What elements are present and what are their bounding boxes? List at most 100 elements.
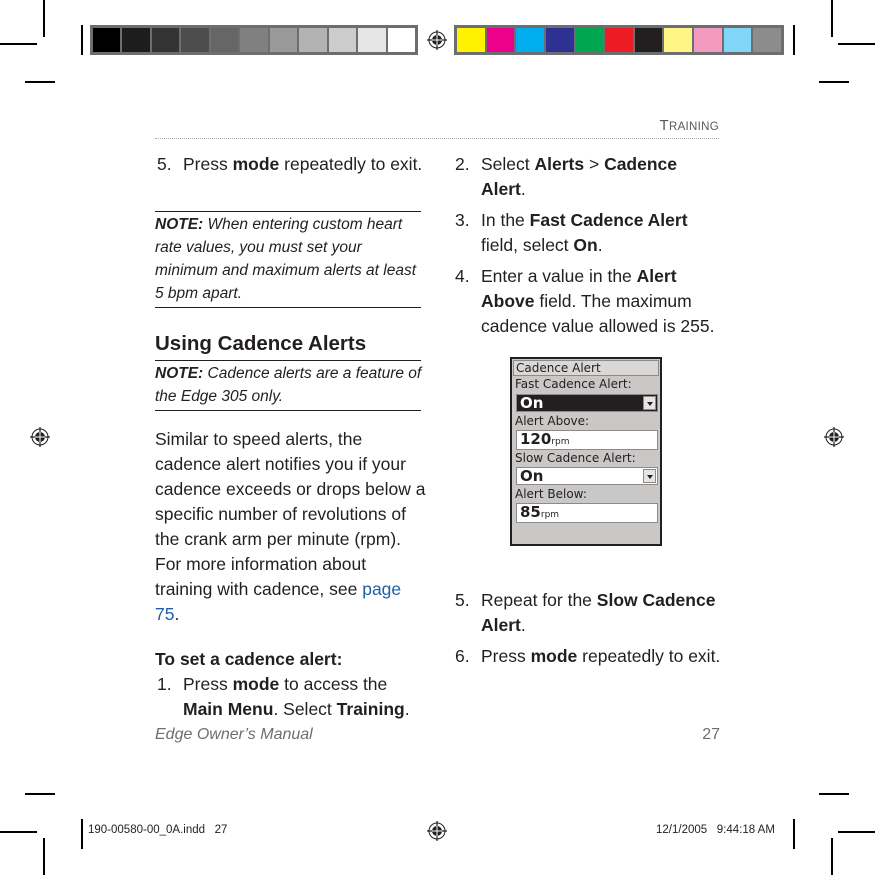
step-text: Press — [183, 154, 233, 174]
alert-above-value: 120rpm — [520, 431, 570, 451]
alert-above-field[interactable]: 120rpm — [516, 430, 658, 450]
step-text: . — [597, 235, 603, 255]
color-swatch-6 — [634, 28, 663, 52]
gray-swatch-3 — [181, 28, 209, 52]
header-rule — [155, 138, 719, 139]
slug-filename: 190-00580-00_0A.indd 27 — [88, 824, 228, 836]
unit-rpm: rpm — [551, 437, 570, 447]
step-number: 5. — [157, 154, 172, 174]
right-column-steps-top: 2. Select Alerts > Cadence Alert. 3. In th… — [453, 152, 723, 339]
crop-mark — [819, 793, 849, 795]
crop-mark — [831, 838, 833, 875]
slow-cadence-alert-value: On — [520, 467, 544, 485]
step-text: to access the — [279, 674, 388, 694]
step-text: > — [584, 154, 605, 174]
running-head-rest: RAINING — [668, 121, 719, 133]
crop-mark — [81, 25, 83, 55]
divider — [155, 211, 421, 212]
color-swatch-5 — [605, 28, 633, 52]
procedure-title: To set a cadence alert: — [155, 649, 343, 669]
color-swatch-2 — [516, 28, 544, 52]
note-label: NOTE: — [155, 365, 204, 382]
crop-mark — [25, 81, 55, 83]
left-column: 5. Press mode repeatedly to exit. — [155, 152, 425, 177]
menu-training: Training — [336, 699, 405, 719]
fast-cadence-alert-label: Fast Cadence Alert: — [515, 377, 632, 391]
crop-mark — [819, 81, 849, 83]
step-text: . — [520, 179, 526, 199]
step-number: 6. — [455, 646, 470, 666]
step-number: 3. — [455, 210, 470, 230]
alert-above-label: Alert Above: — [515, 414, 590, 428]
gray-swatch-7 — [299, 28, 327, 52]
alert-below-number: 85 — [520, 503, 541, 521]
note-edge-305: NOTE: Cadence alerts are a feature of th… — [155, 362, 423, 408]
gray-swatch-10 — [387, 28, 415, 52]
color-swatch-4 — [575, 28, 604, 52]
manual-title: Edge Owner’s Manual — [155, 726, 313, 743]
menu-main-menu: Main Menu — [183, 699, 274, 719]
step-text: repeatedly to exit. — [279, 154, 423, 174]
registration-mark-icon — [824, 427, 844, 447]
screen-title: Cadence Alert — [513, 360, 659, 376]
fast-cadence-alert-dropdown[interactable]: On — [516, 394, 658, 412]
crop-mark — [838, 43, 875, 45]
alert-below-field[interactable]: 85rpm — [516, 503, 658, 523]
color-swatch-1 — [486, 28, 515, 52]
step-5-repeat: 5. Repeat for the Slow Cadence Alert. — [453, 588, 725, 638]
step-1: 1. Press mode to access the Main Menu. Se… — [155, 672, 427, 722]
slow-cadence-alert-dropdown[interactable]: On — [516, 467, 658, 485]
step-3: 3. In the Fast Cadence Alert field, selec… — [453, 208, 723, 258]
divider — [155, 307, 421, 308]
crop-mark — [25, 793, 55, 795]
menu-alerts: Alerts — [534, 154, 585, 174]
right-column-steps-bottom: 5. Repeat for the Slow Cadence Alert. 6. P… — [453, 588, 725, 669]
body-paragraph: Similar to speed alerts, the cadence ale… — [155, 427, 427, 627]
step-text: field, select — [481, 235, 574, 255]
procedure: To set a cadence alert: 1. Press mode to … — [155, 647, 427, 722]
divider — [155, 360, 421, 361]
running-head: TRAINING — [560, 117, 719, 134]
note-label: NOTE: — [155, 216, 204, 233]
gray-swatch-8 — [328, 28, 357, 52]
step-number: 1. — [157, 674, 172, 694]
color-swatch-0 — [457, 28, 485, 52]
step-text: Enter a value in the — [481, 266, 637, 286]
gray-swatch-6 — [269, 28, 298, 52]
registration-mark-icon — [427, 30, 447, 50]
step-number: 5. — [455, 590, 470, 610]
body-text: . — [174, 604, 180, 624]
divider — [155, 410, 421, 411]
crop-mark — [0, 43, 37, 45]
grayscale-color-bar — [90, 25, 418, 55]
step-number: 2. — [455, 154, 470, 174]
slow-cadence-alert-label: Slow Cadence Alert: — [515, 451, 636, 465]
gray-swatch-2 — [151, 28, 180, 52]
dropdown-arrow-icon[interactable] — [643, 469, 656, 483]
step-text: . Select — [273, 699, 337, 719]
crop-mark — [0, 831, 37, 833]
color-swatch-7 — [664, 28, 693, 52]
color-swatch-10 — [753, 28, 782, 52]
alert-above-number: 120 — [520, 430, 552, 448]
color-swatch-9 — [723, 28, 752, 52]
crop-mark — [793, 25, 795, 55]
registration-mark-icon — [427, 821, 447, 841]
fast-cadence-alert-value: On — [520, 394, 544, 412]
step-number: 4. — [455, 266, 470, 286]
device-screen-cadence-alert: Cadence Alert Fast Cadence Alert: On Ale… — [510, 357, 662, 546]
section-heading: Using Cadence Alerts — [155, 332, 367, 355]
key-mode: mode — [232, 674, 280, 694]
step-text: In the — [481, 210, 530, 230]
crop-mark — [838, 831, 875, 833]
step-4: 4. Enter a value in the Alert Above field… — [453, 264, 723, 339]
process-color-bar — [454, 25, 784, 55]
alert-below-value: 85rpm — [520, 504, 559, 524]
dropdown-arrow-icon[interactable] — [643, 396, 656, 410]
step-text: Press — [481, 646, 531, 666]
step-text: Press — [183, 674, 233, 694]
step-text: repeatedly to exit. — [577, 646, 721, 666]
gray-swatch-1 — [122, 28, 150, 52]
crop-mark — [43, 838, 45, 875]
crop-mark — [43, 0, 45, 37]
